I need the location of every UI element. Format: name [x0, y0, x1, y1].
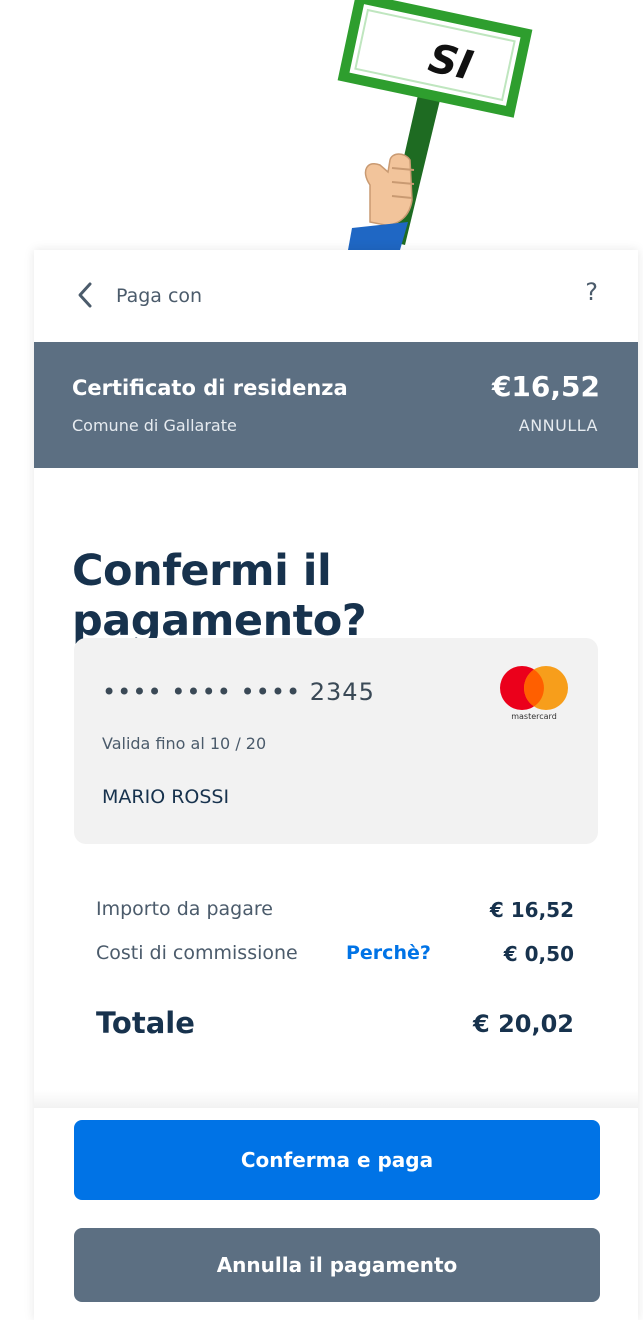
actions-divider [34, 1090, 638, 1108]
total-value: € 20,02 [473, 1010, 574, 1038]
total-label: Totale [96, 1006, 195, 1040]
payment-card[interactable]: •••• •••• •••• 2345 Valida fino al 10 / … [74, 638, 598, 844]
total-row: Totale € 20,02 [96, 1006, 574, 1046]
amount-value: € 16,52 [489, 898, 574, 922]
card-brand-label: mastercard [511, 712, 557, 721]
help-button[interactable]: ? [585, 278, 598, 306]
card-number: •••• •••• •••• 2345 [102, 678, 375, 706]
top-bar: Paga con ? [34, 250, 638, 342]
cancel-payment-button[interactable]: Annulla il pagamento [74, 1228, 600, 1302]
payment-title: Certificato di residenza [72, 376, 348, 400]
back-button[interactable] [74, 280, 98, 310]
confirm-heading: Confermi il pagamento? [72, 546, 367, 646]
fee-value: € 0,50 [503, 942, 574, 966]
payment-recipient: Comune di Gallarate [72, 416, 237, 435]
fee-info-link[interactable]: Perchè? [346, 942, 431, 964]
amount-label: Importo da pagare [96, 898, 273, 920]
amount-row: Importo da pagare € 16,52 [96, 898, 574, 928]
payment-summary-header: Certificato di residenza Comune di Galla… [34, 342, 638, 468]
card-expiry: Valida fino al 10 / 20 [102, 734, 267, 753]
fee-row: Costi di commissione Perchè? € 0,50 [96, 942, 574, 972]
confirm-and-pay-button[interactable]: Conferma e paga [74, 1120, 600, 1200]
payment-amount: €16,52 [491, 370, 600, 403]
fee-label: Costi di commissione [96, 942, 298, 964]
card-holder: MARIO ROSSI [102, 786, 230, 808]
chevron-left-icon [78, 282, 92, 308]
payment-screen: Paga con ? Certificato di residenza Comu… [34, 250, 638, 1320]
hand-holding-si-sign-illustration: SI [330, 0, 540, 250]
si-sign-icon: SI [337, 0, 533, 250]
page-title: Paga con [116, 285, 203, 307]
cancel-link[interactable]: ANNULLA [519, 416, 598, 435]
